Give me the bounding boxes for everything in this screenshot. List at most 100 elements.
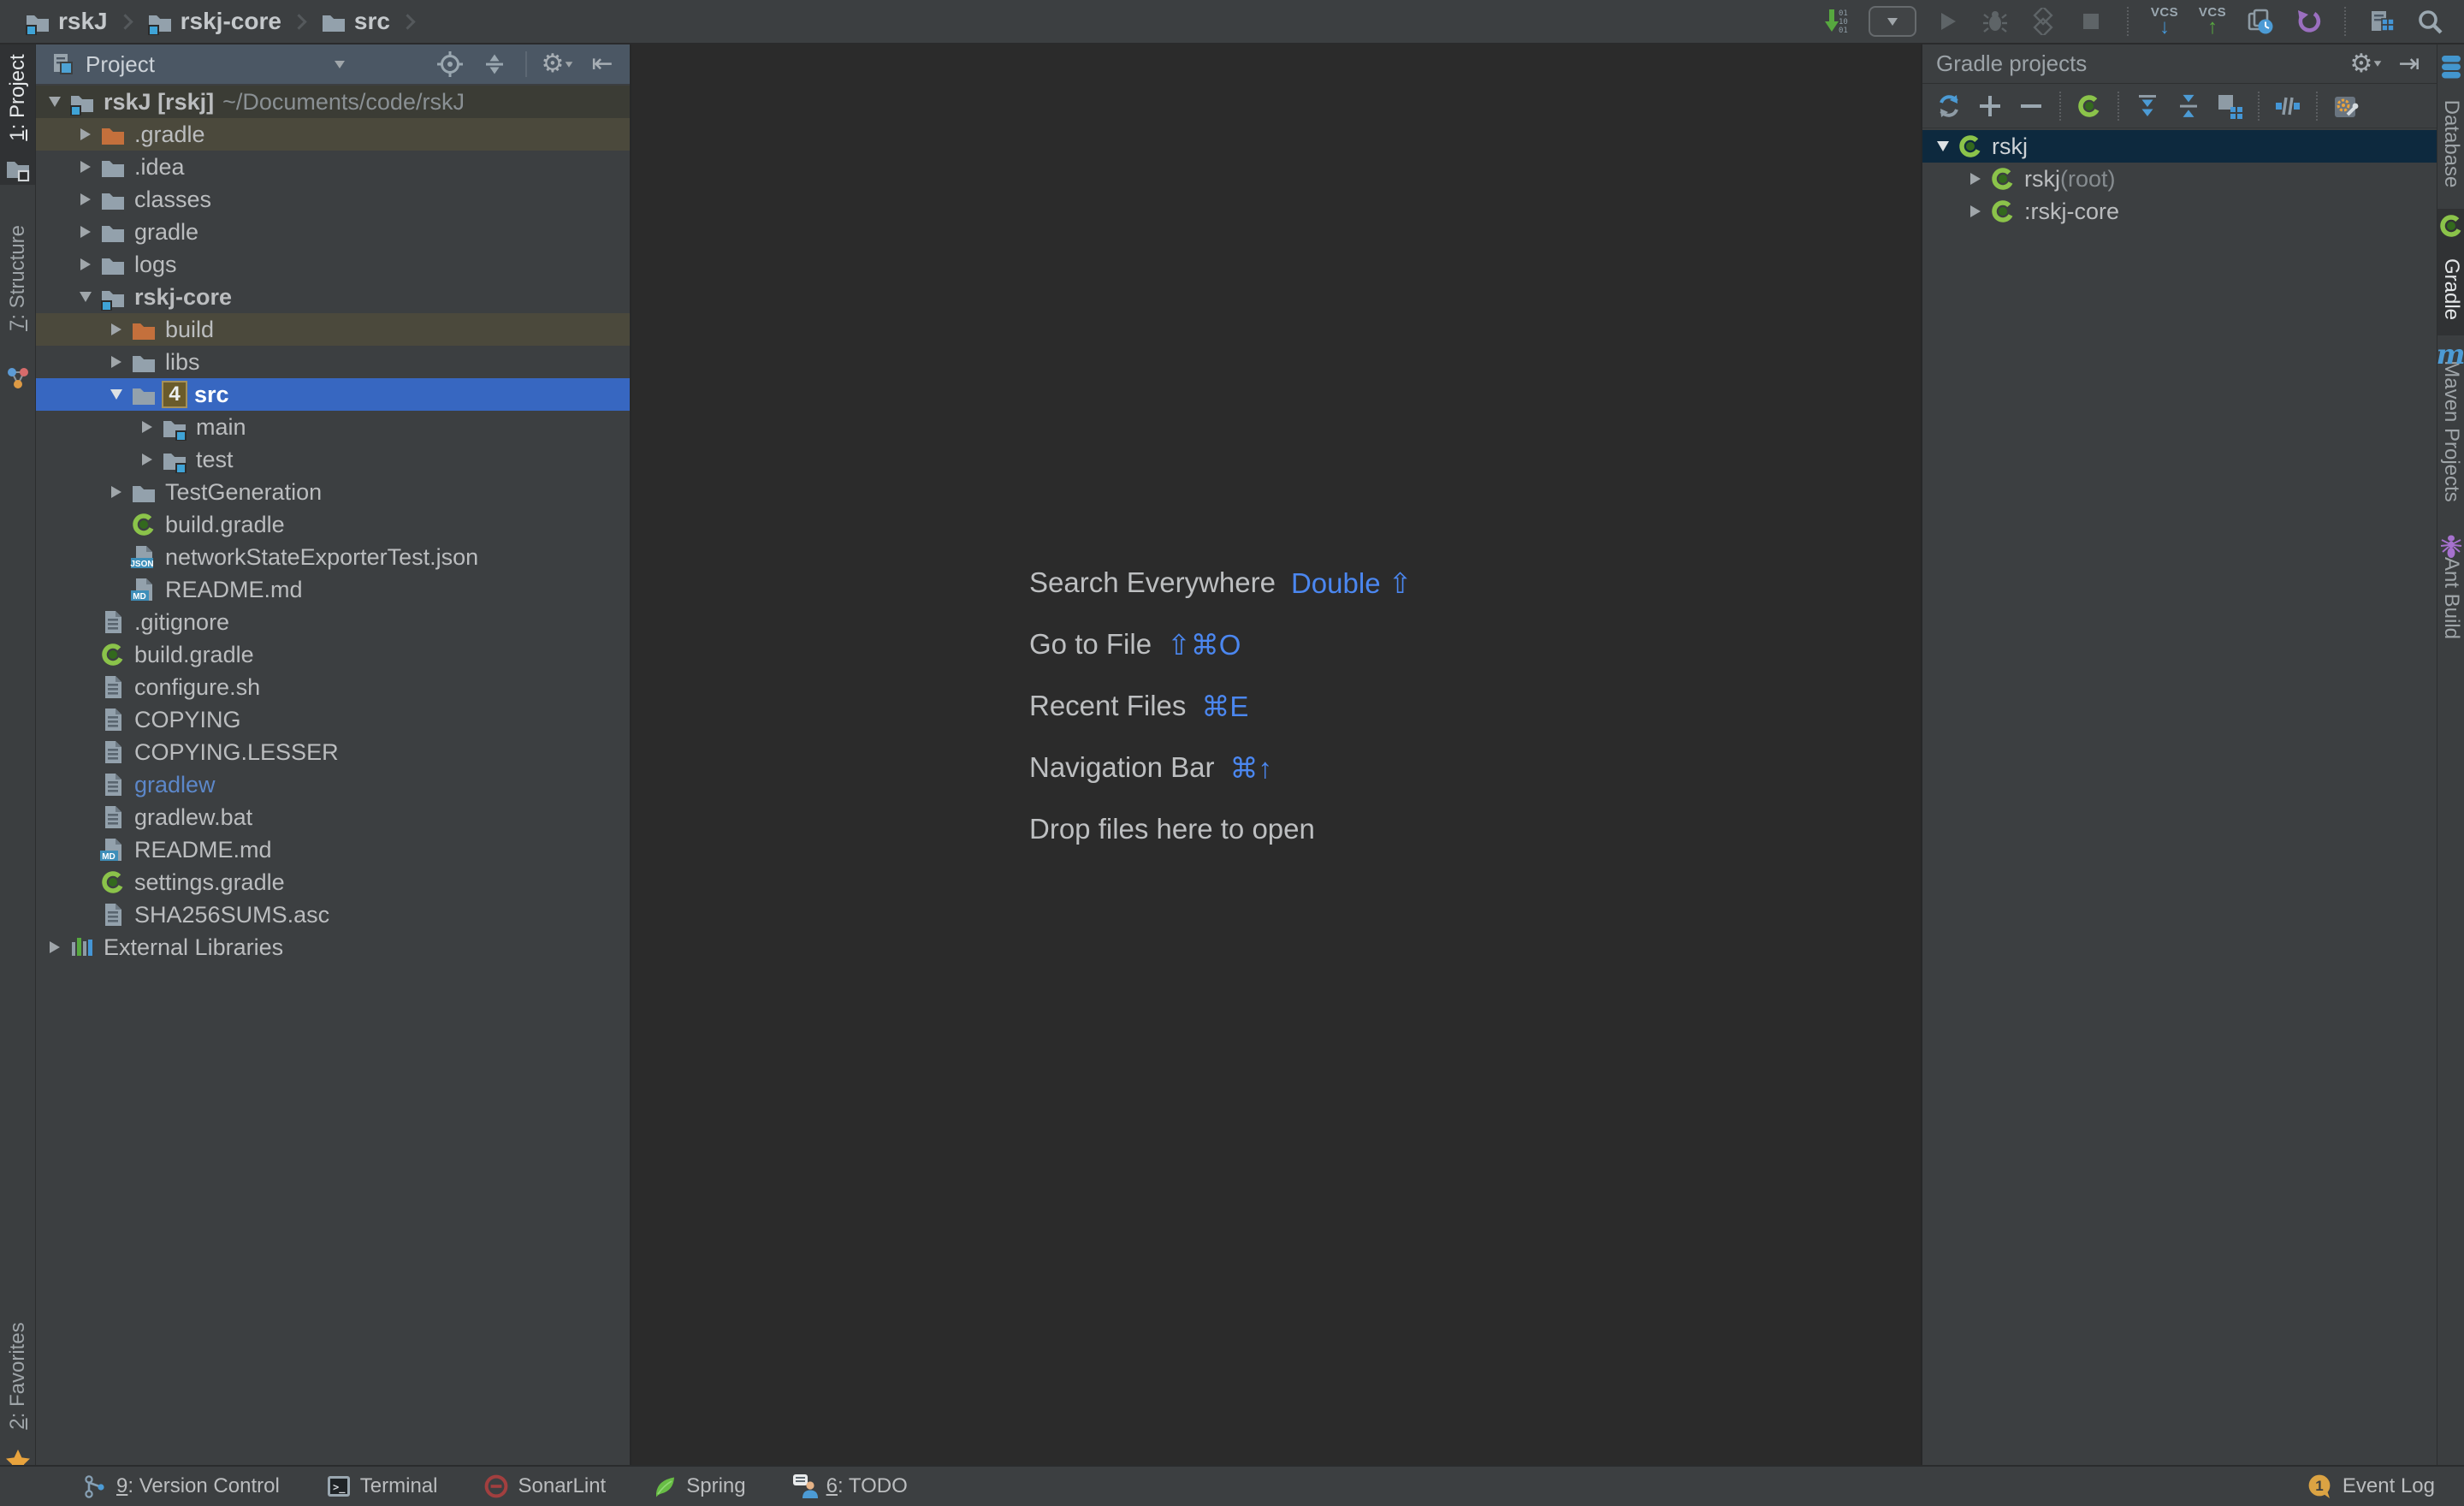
tree-row--idea[interactable]: .idea (36, 151, 630, 183)
status-sonarlint[interactable]: SonarLint (483, 1473, 606, 1499)
project-structure-button[interactable] (2365, 4, 2399, 39)
tree-row-test[interactable]: test (36, 443, 630, 476)
tree-row-build-gradle[interactable]: build.gradle (36, 638, 630, 671)
status-terminal[interactable]: >_Terminal (326, 1473, 438, 1499)
tree-row-testgeneration[interactable]: TestGeneration (36, 476, 630, 508)
expand-arrow-icon[interactable] (72, 193, 99, 205)
node-label: :rskj-core (2024, 199, 2119, 225)
tool-stripe-button-project[interactable]: 1: Project (0, 44, 35, 185)
expand-arrow-icon[interactable] (72, 128, 99, 140)
search-everywhere-button[interactable] (2413, 4, 2447, 39)
event-log-widget[interactable]: 1Event Log (2307, 1473, 2435, 1499)
hide-panel-button[interactable]: ⇤ (587, 49, 618, 80)
status-version-control[interactable]: 9: Version Control (82, 1473, 280, 1499)
collapse-arrow-icon[interactable] (72, 292, 99, 302)
tree-row-gradlew-bat[interactable]: gradlew.bat (36, 801, 630, 833)
expand-arrow-icon[interactable] (103, 356, 130, 368)
expand-arrow-icon[interactable] (1962, 173, 1989, 185)
tool-stripe-button-maven[interactable]: Maven Projectsm (2437, 337, 2464, 491)
tree-row-copying[interactable]: COPYING (36, 703, 630, 736)
collapse-arrow-icon[interactable] (1929, 141, 1957, 151)
revert-button[interactable] (2291, 4, 2325, 39)
project-view-selector[interactable]: Project (50, 50, 345, 78)
tree-row-copying-lesser[interactable]: COPYING.LESSER (36, 736, 630, 768)
tree-row-classes[interactable]: classes (36, 183, 630, 216)
expand-arrow-icon[interactable] (1962, 205, 1989, 217)
refresh-gradle-projects-button[interactable] (1931, 88, 1967, 124)
breadcrumb-item-src[interactable]: src (320, 8, 390, 35)
collapse-all-button[interactable] (2171, 88, 2206, 124)
expand-arrow-icon[interactable] (133, 421, 161, 433)
update-project-button[interactable]: 011001 (1821, 4, 1855, 39)
tree-row-rskj[interactable]: rskj (1922, 130, 2437, 163)
tree-row-rskj[interactable]: rskJ [rskj]~/Documents/code/rskJ (36, 86, 630, 118)
tree-row-gradlew[interactable]: gradlew (36, 768, 630, 801)
detach-gradle-project-button[interactable] (2013, 88, 2049, 124)
gradle-settings-button[interactable]: ⚙ (2351, 49, 2382, 80)
view-options-button[interactable]: ⚙ (542, 49, 573, 80)
vcs-update: VCS↓ (2151, 6, 2178, 38)
detach-gradle-project-icon (2017, 92, 2045, 120)
tool-stripe-button-favorites[interactable]: 2: Favorites (0, 1307, 35, 1479)
vcs-commit-button[interactable]: VCS↑ (2195, 4, 2230, 39)
expand-arrow-icon[interactable] (133, 454, 161, 465)
collapse-all-icon (481, 50, 508, 78)
tool-stripe-button-database[interactable]: Database (2437, 50, 2464, 204)
toolbar-separator (2316, 92, 2318, 121)
expand-arrow-icon[interactable] (41, 941, 68, 953)
collapse-arrow-icon[interactable] (103, 389, 130, 400)
expand-arrow-icon[interactable] (103, 486, 130, 498)
tool-stripe-button-gradle[interactable]: Gradle (2437, 209, 2464, 335)
expand-arrow-icon[interactable] (103, 323, 130, 335)
node-label: gradlew (134, 772, 216, 798)
stripe-label-zone: 1: Project (0, 44, 35, 151)
expand-all-button[interactable] (2129, 88, 2165, 124)
run-gradle-task-button[interactable] (2071, 88, 2107, 124)
show-dependencies-button[interactable] (2212, 88, 2248, 124)
toggle-offline-mode-button[interactable] (2270, 88, 2306, 124)
breadcrumb-item-rskJ[interactable]: rskJ (24, 8, 108, 35)
vcs-update-button[interactable]: VCS↓ (2147, 4, 2182, 39)
breadcrumb-item-rskj-core[interactable]: rskj-core (146, 8, 281, 35)
status-spring[interactable]: Spring (652, 1473, 745, 1499)
collapse-all-button[interactable] (479, 49, 510, 80)
expand-arrow-icon[interactable] (72, 226, 99, 238)
tree-row--gitignore[interactable]: .gitignore (36, 606, 630, 638)
tree-row-gradle[interactable]: gradle (36, 216, 630, 248)
tree-row-logs[interactable]: logs (36, 248, 630, 281)
gradle-build-settings-button[interactable] (2328, 88, 2364, 124)
tree-row--rskj-core[interactable]: :rskj-core (1922, 195, 2437, 228)
tree-row-src[interactable]: 4src (36, 378, 630, 411)
tool-stripe-button-structure[interactable]: 7: Structure (0, 195, 35, 395)
tree-row-libs[interactable]: libs (36, 346, 630, 378)
tool-stripe-button-ant[interactable]: Ant Build (2437, 529, 2464, 633)
run-configurations-combo[interactable] (1869, 6, 1916, 37)
tree-row-readme-md[interactable]: MDREADME.md (36, 833, 630, 866)
collapse-arrow-icon[interactable] (41, 97, 68, 107)
locate-file-button[interactable] (435, 49, 465, 80)
tree-row-readme-md[interactable]: MDREADME.md (36, 573, 630, 606)
tree-row-configure-sh[interactable]: configure.sh (36, 671, 630, 703)
tree-row-build[interactable]: build (36, 313, 630, 346)
attach-gradle-project-button[interactable] (1972, 88, 2008, 124)
tree-row-rskj[interactable]: rskj (root) (1922, 163, 2437, 195)
triangle (80, 226, 91, 238)
tree-row-build-gradle[interactable]: build.gradle (36, 508, 630, 541)
tree-row-external-libraries[interactable]: External Libraries (36, 931, 630, 963)
expand-arrow-icon[interactable] (72, 161, 99, 173)
tree-row-main[interactable]: main (36, 411, 630, 443)
tree-row-rskj-core[interactable]: rskj-core (36, 281, 630, 313)
toolbar-separator (2127, 7, 2129, 36)
hide-panel-button[interactable]: ⇥ (2394, 49, 2425, 80)
status-todo[interactable]: 6: TODO (792, 1473, 908, 1499)
editor-area[interactable]: Search EverywhereDouble ⇧Go to File⇧⌘ORe… (633, 44, 1921, 1465)
tree-row-networkstateexportertest-json[interactable]: JSONnetworkStateExporterTest.json (36, 541, 630, 573)
expand-arrow-icon[interactable] (72, 258, 99, 270)
node-icon (1989, 165, 2017, 193)
recent-changes-button[interactable] (2243, 4, 2277, 39)
tree-row--gradle[interactable]: .gradle (36, 118, 630, 151)
tree-row-sha256sums-asc[interactable]: SHA256SUMS.asc (36, 898, 630, 931)
tree-row-settings-gradle[interactable]: settings.gradle (36, 866, 630, 898)
node-label: libs (165, 349, 200, 376)
node-icon (130, 478, 157, 506)
